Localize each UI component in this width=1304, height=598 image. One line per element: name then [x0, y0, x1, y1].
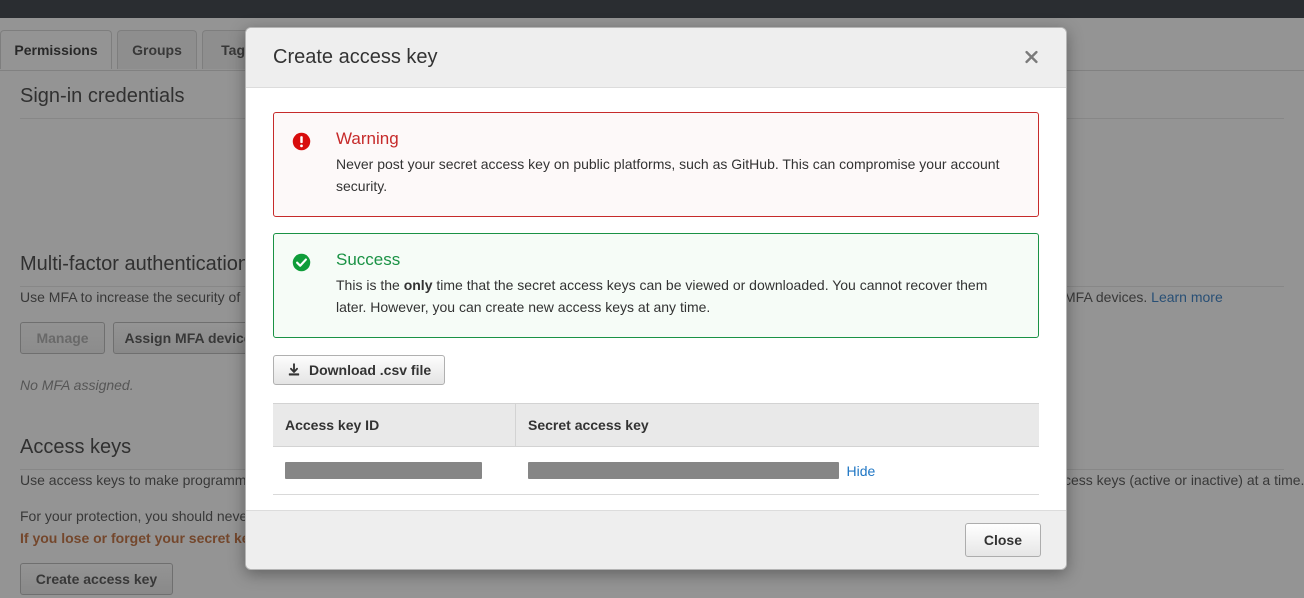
- column-header-secret-access-key: Secret access key: [515, 403, 1039, 447]
- download-row: Download .csv file: [273, 355, 1039, 385]
- close-button-label: Close: [983, 532, 1022, 548]
- success-icon: [292, 250, 336, 319]
- close-button[interactable]: Close: [964, 523, 1041, 557]
- success-text-after: time that the secret access keys can be …: [336, 277, 988, 315]
- secret-access-key-redacted-value: [527, 462, 839, 480]
- warning-heading: Warning: [336, 129, 399, 148]
- warning-text-line1: Never post your secret access key on pub…: [336, 156, 947, 172]
- access-key-table-body: Hide: [273, 446, 1039, 495]
- table-row: Hide: [273, 446, 1039, 495]
- success-content: Success This is the only time that the s…: [336, 250, 1020, 319]
- cell-secret-access-key: Hide: [515, 446, 1039, 495]
- dialog-body: Warning Never post your secret access ke…: [246, 88, 1066, 510]
- dialog-footer: Close: [246, 510, 1066, 569]
- access-key-table-head: Access key ID Secret access key: [273, 403, 1039, 447]
- dialog-header: Create access key: [246, 28, 1066, 88]
- success-text: This is the only time that the secret ac…: [336, 274, 1020, 318]
- warning-content: Warning Never post your secret access ke…: [336, 129, 1020, 198]
- table-header-row: Access key ID Secret access key: [273, 403, 1039, 447]
- warning-text: Never post your secret access key on pub…: [336, 153, 1020, 197]
- warning-alert: Warning Never post your secret access ke…: [273, 112, 1039, 217]
- warning-icon: [292, 129, 336, 198]
- success-text-emphasis: only: [403, 277, 433, 293]
- download-icon: [287, 363, 301, 377]
- download-csv-button[interactable]: Download .csv file: [273, 355, 446, 385]
- success-text-before: This is the: [336, 277, 404, 293]
- cell-access-key-id: [273, 446, 516, 495]
- download-csv-button-label: Download .csv file: [309, 362, 432, 378]
- hide-secret-link[interactable]: Hide: [847, 463, 876, 479]
- access-key-table: Access key ID Secret access key Hide: [273, 403, 1039, 495]
- column-header-access-key-id: Access key ID: [273, 403, 516, 447]
- create-access-key-dialog: Create access key Warning Never post you…: [245, 27, 1067, 570]
- close-icon[interactable]: [1019, 44, 1044, 71]
- dialog-title: Create access key: [273, 46, 438, 68]
- access-key-id-redacted-value: [285, 462, 482, 480]
- success-alert: Success This is the only time that the s…: [273, 233, 1039, 338]
- success-heading: Success: [336, 250, 401, 269]
